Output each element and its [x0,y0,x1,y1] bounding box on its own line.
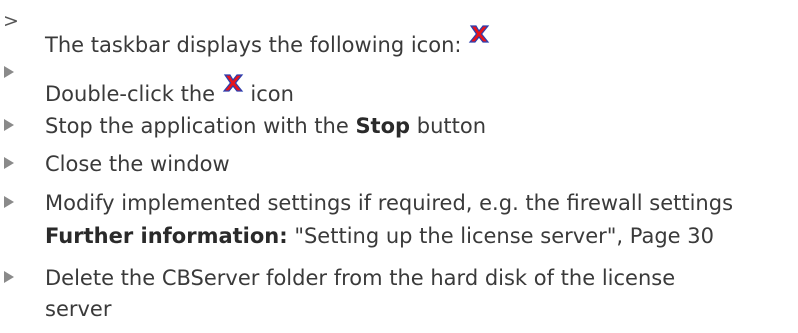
step-text-before: Stop the application with the [45,114,356,138]
list-item-close-window: Close the window [0,152,798,182]
red-x-icon [468,24,490,44]
list-item-delete-folder: Delete the CBServer folder from the hard… [0,266,798,328]
step-text: Modify implemented settings if required,… [45,191,734,215]
further-information-label: Further information: [45,224,288,248]
step-text: Stop the application with the Stop butto… [45,116,486,137]
step-text-line1: Delete the CBServer folder from the hard… [45,266,676,290]
step-text-before: Double-click the [45,82,222,106]
step-text-before: The taskbar displays the following icon: [45,33,469,57]
step-text-line2: server [45,297,112,321]
instruction-list: > The taskbar displays the following ico… [0,0,798,333]
step-marker [4,119,14,131]
stop-button-label: Stop [355,114,411,138]
list-item-taskbar-icon: > The taskbar displays the following ico… [0,10,798,56]
red-x-icon [222,73,244,93]
step-text: Double-click the icon [45,74,294,106]
step-text: Close the window [45,152,230,176]
step-text: The taskbar displays the following icon: [45,25,490,57]
list-item-stop-application: Stop the application with the Stop butto… [0,114,798,144]
result-marker: > [3,10,19,32]
step-marker [4,66,14,78]
step-marker [4,157,14,169]
step-text-after: icon [243,82,294,106]
list-item-double-click: Double-click the icon [0,60,798,106]
further-information: Further information: "Setting up the lic… [45,226,714,247]
step-text-after: button [410,114,487,138]
list-item-modify-settings: Modify implemented settings if required,… [0,191,798,253]
step-marker [4,271,14,283]
further-information-link: "Setting up the license server", Page 30 [287,224,714,248]
step-marker [4,196,14,208]
